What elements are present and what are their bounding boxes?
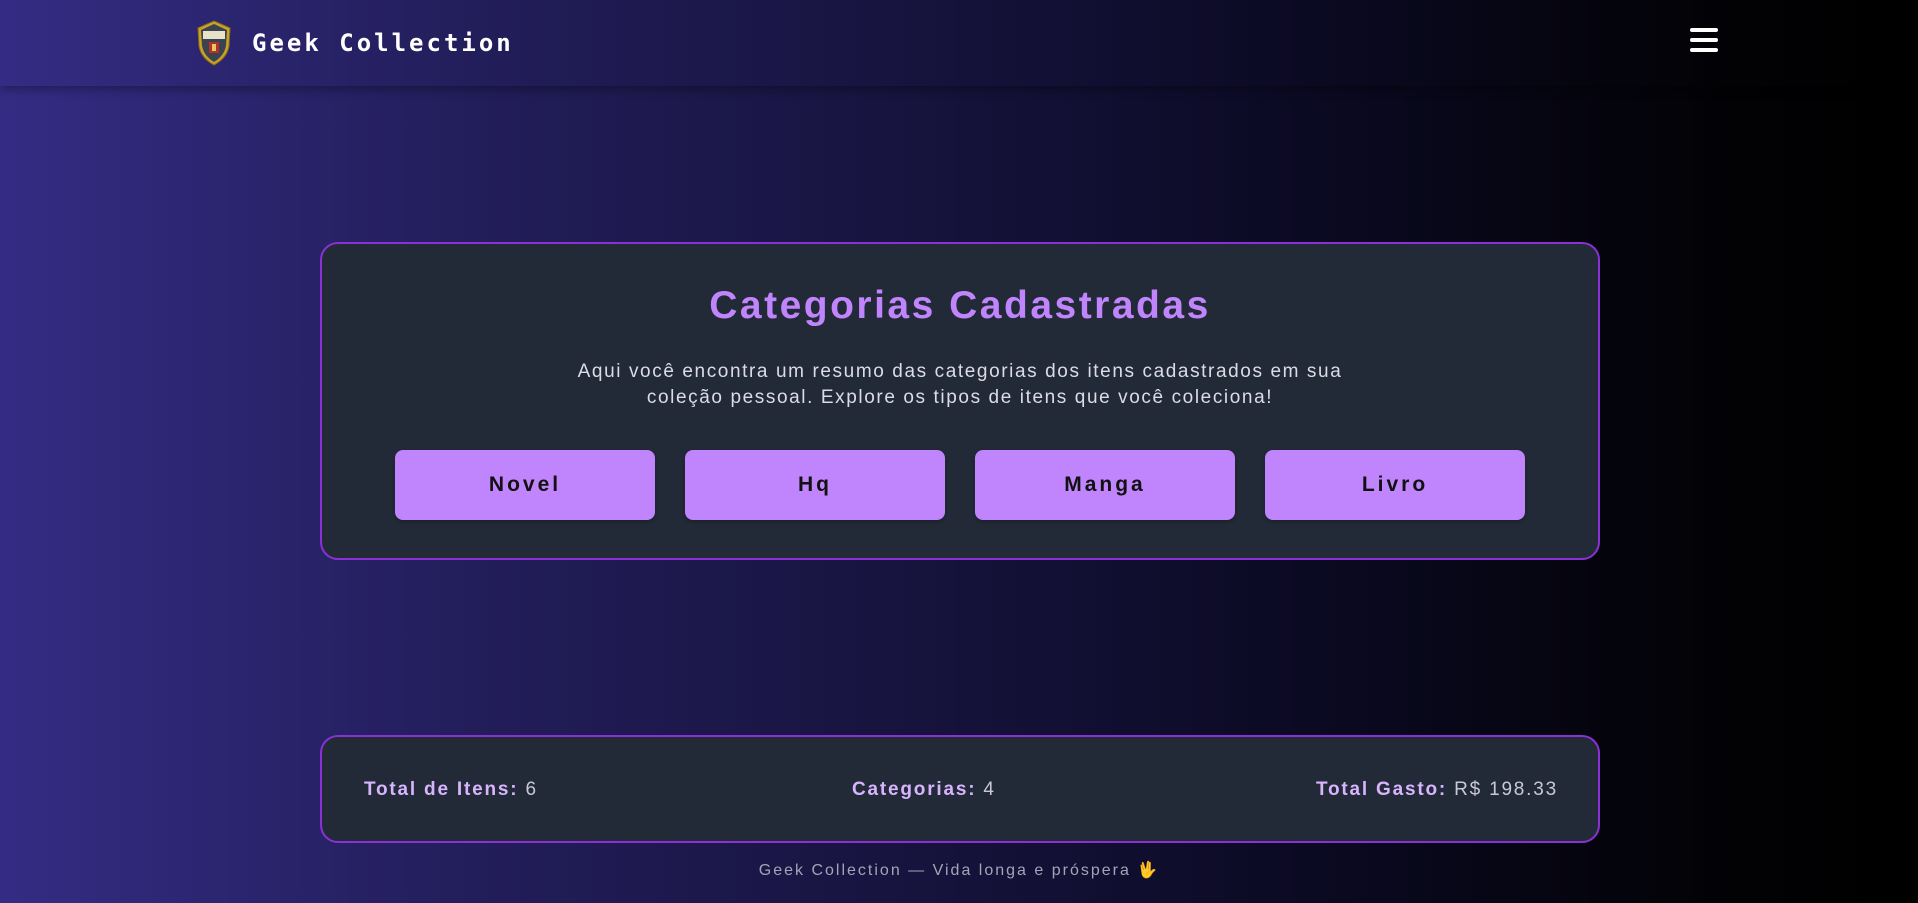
footer-text: Geek Collection — Vida longa e próspera … xyxy=(758,862,1160,879)
brand-title: Geek Collection xyxy=(252,29,514,57)
stat-total-items: Total de Itens: 6 xyxy=(364,779,538,801)
navbar: Geek Collection xyxy=(0,0,1918,86)
category-button-manga[interactable]: Manga xyxy=(975,450,1235,520)
page-title: Categorias Cadastradas xyxy=(709,284,1211,327)
stat-categories-value: 4 xyxy=(983,779,996,800)
category-button-novel[interactable]: Novel xyxy=(395,450,655,520)
stat-total-spent-label: Total Gasto: xyxy=(1315,779,1448,800)
brand[interactable]: Geek Collection xyxy=(196,19,514,67)
footer: Geek Collection — Vida longa e próspera … xyxy=(0,860,1918,880)
hamburger-icon-bar xyxy=(1690,38,1718,42)
stat-categories: Categorias: 4 xyxy=(852,779,996,801)
shield-logo-icon xyxy=(197,20,231,66)
categories-card: Categorias Cadastradas Aqui você encontr… xyxy=(320,242,1600,560)
stat-total-items-value: 6 xyxy=(525,779,538,800)
category-button-livro[interactable]: Livro xyxy=(1265,450,1525,520)
hamburger-icon-bar xyxy=(1690,48,1718,52)
hamburger-menu-button[interactable] xyxy=(1690,28,1718,54)
stat-categories-label: Categorias: xyxy=(852,779,977,800)
stat-total-spent: Total Gasto: R$ 198.33 xyxy=(1316,779,1558,801)
stats-bar: Total de Itens: 6 Categorias: 4 Total Ga… xyxy=(320,735,1600,843)
categories-description: Aqui você encontra um resumo das categor… xyxy=(577,361,1343,408)
hamburger-icon-bar xyxy=(1690,28,1718,32)
stat-total-items-label: Total de Itens: xyxy=(364,779,519,800)
stat-total-spent-value: R$ 198.33 xyxy=(1454,779,1558,800)
category-button-hq[interactable]: Hq xyxy=(685,450,945,520)
